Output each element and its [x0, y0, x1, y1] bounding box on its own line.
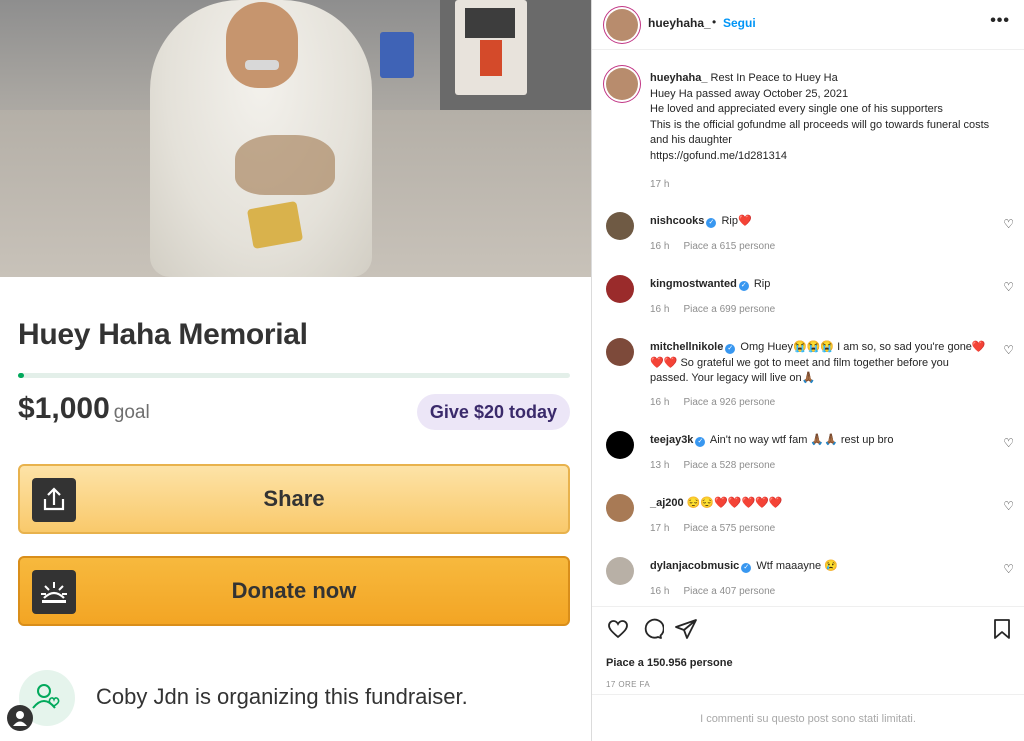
comment-text: mitchellnikole ✓ Omg Huey😭😭😭 I am so, so … [650, 340, 986, 387]
like-comment-icon[interactable]: ♡ [1003, 436, 1014, 450]
donate-button[interactable]: Donate now [18, 556, 570, 626]
verified-badge-icon: ✓ [695, 437, 706, 447]
commenter-username[interactable]: teejay3k [650, 434, 693, 446]
commenter-avatar[interactable] [606, 494, 634, 522]
like-comment-icon[interactable]: ♡ [1003, 280, 1014, 294]
comment-text: teejay3k ✓ Ain't no way wtf fam 🙏🏾🙏🏾 rest… [650, 433, 986, 449]
comment-body: Wtf maaayne 😢 [756, 560, 838, 572]
progress-fill [18, 373, 24, 378]
follow-button[interactable]: Segui [723, 16, 756, 30]
organizer-text: Coby Jdn is organizing this fundraiser. [96, 684, 468, 709]
comment-time: 16 h [650, 397, 670, 408]
comment-text: dylanjacobmusic ✓ Wtf maaayne 😢 [650, 559, 986, 575]
post-header: hueyhaha_ • Segui ••• [592, 0, 1024, 50]
like-comment-icon[interactable]: ♡ [1003, 499, 1014, 513]
comment-likes[interactable]: Piace a 575 persone [683, 523, 775, 534]
verified-badge-icon: ✓ [741, 563, 752, 573]
comment-likes[interactable]: Piace a 528 persone [683, 460, 775, 471]
comment-time: 13 h [650, 460, 670, 471]
comment-item: dylanjacobmusic ✓ Wtf maaayne 😢 16 h Piace… [592, 557, 1024, 605]
comment-item: _aj200 😔😔❤️❤️❤️❤️❤️ 17 h Piace a 575 pers… [592, 494, 1024, 556]
commenter-avatar[interactable] [606, 338, 634, 366]
share-label: Share [263, 486, 325, 511]
goal-label: goal [113, 402, 150, 423]
caption-line-3: He loved and appreciated every single on… [650, 103, 943, 116]
like-comment-icon[interactable]: ♡ [1003, 343, 1014, 357]
post-date: 17 ORE FA [606, 680, 651, 689]
commenter-avatar[interactable] [606, 275, 634, 303]
comment-time: 16 h [650, 304, 670, 315]
comment-likes[interactable]: Piace a 407 persone [683, 586, 775, 597]
comment-likes[interactable]: Piace a 699 persone [683, 304, 775, 315]
comment-body: Ain't no way wtf fam 🙏🏾🙏🏾 rest up bro [709, 434, 894, 446]
donate-label: Donate now [231, 578, 357, 603]
verified-badge-icon: ✓ [706, 218, 717, 228]
caption-line-1: Rest In Peace to Huey Ha [710, 72, 838, 84]
user-icon [7, 705, 33, 731]
heart-icon[interactable] [606, 617, 630, 641]
comment-text: kingmostwanted ✓ Rip [650, 277, 986, 293]
comment-meta: 16 h Piace a 615 persone [650, 241, 789, 252]
verified-badge-icon: ✓ [738, 281, 749, 291]
comment-meta: 16 h Piace a 926 persone [650, 397, 789, 408]
post-caption: hueyhaha_ Rest In Peace to Huey Ha Huey … [650, 71, 1006, 165]
comment-icon[interactable] [640, 617, 665, 641]
comment-body: 😔😔❤️❤️❤️❤️❤️ [686, 497, 783, 509]
commenter-avatar[interactable] [606, 431, 634, 459]
comment-meta: 17 h Piace a 575 persone [650, 523, 789, 534]
caption-line-4: This is the official gofundme all procee… [650, 118, 990, 147]
comment-likes[interactable]: Piace a 926 persone [683, 397, 775, 408]
comments-limited-notice: I commenti su questo post sono stati lim… [592, 694, 1024, 741]
comment-time: 16 h [650, 586, 670, 597]
comment-text: _aj200 😔😔❤️❤️❤️❤️❤️ [650, 496, 986, 512]
comment-meta: 16 h Piace a 699 persone [650, 304, 789, 315]
commenter-username[interactable]: kingmostwanted [650, 278, 737, 290]
comment-time: 16 h [650, 241, 670, 252]
comment-item: teejay3k ✓ Ain't no way wtf fam 🙏🏾🙏🏾 rest… [592, 431, 1024, 493]
commenter-username[interactable]: mitchellnikole [650, 341, 723, 353]
post-actions: Piace a 150.956 persone 17 ORE FA I comm… [592, 606, 1024, 741]
fundraiser-title: Huey Haha Memorial [18, 318, 308, 351]
comment-meta: 13 h Piace a 528 persone [650, 460, 789, 471]
separator-dot: • [712, 15, 717, 29]
caption-link[interactable]: https://gofund.me/1d281314 [650, 150, 787, 162]
like-comment-icon[interactable]: ♡ [1003, 217, 1014, 231]
author-username[interactable]: hueyhaha_ [648, 16, 711, 30]
share-button[interactable]: Share [18, 464, 570, 534]
caption-avatar[interactable] [606, 68, 638, 100]
post-side-panel: hueyhaha_ • Segui ••• hueyhaha_ Rest In … [592, 0, 1024, 741]
comment-time: 17 h [650, 523, 670, 534]
commenter-username[interactable]: dylanjacobmusic [650, 560, 739, 572]
comment-item: kingmostwanted ✓ Rip 16 h Piace a 699 pers… [592, 275, 1024, 337]
commenter-avatar[interactable] [606, 557, 634, 585]
likes-count[interactable]: Piace a 150.956 persone [606, 657, 733, 669]
commenter-username[interactable]: _aj200 [650, 497, 684, 509]
fundraiser-photo [0, 0, 591, 277]
comment-item: nishcooks ✓ Rip❤️ 16 h Piace a 615 persone… [592, 212, 1024, 274]
verified-badge-icon: ✓ [725, 344, 736, 354]
author-avatar[interactable] [606, 9, 638, 41]
commenter-avatar[interactable] [606, 212, 634, 240]
caption-line-2: Huey Ha passed away October 25, 2021 [650, 87, 849, 100]
comment-item: mitchellnikole ✓ Omg Huey😭😭😭 I am so, so … [592, 338, 1024, 422]
post-image[interactable]: Huey Haha Memorial $1,000 goal Give $20 t… [0, 0, 592, 741]
comment-text: nishcooks ✓ Rip❤️ [650, 214, 986, 230]
comment-meta: 16 h Piace a 407 persone [650, 586, 789, 597]
comment-body: Rip❤️ [721, 215, 752, 227]
caption-username[interactable]: hueyhaha_ [650, 72, 707, 84]
give-pill[interactable]: Give $20 today [416, 394, 570, 430]
amount-row: $1,000 goal Give $20 today [18, 392, 570, 432]
like-comment-icon[interactable]: ♡ [1003, 562, 1014, 576]
more-options-icon[interactable]: ••• [990, 12, 1010, 30]
comment-body: Rip [753, 278, 771, 290]
raised-amount: $1,000 [18, 392, 110, 425]
commenter-username[interactable]: nishcooks [650, 215, 704, 227]
comment-likes[interactable]: Piace a 615 persone [683, 241, 775, 252]
paper-plane-icon[interactable] [674, 617, 698, 641]
progress-bar [18, 373, 570, 378]
bookmark-icon[interactable] [990, 617, 1014, 641]
caption-time: 17 h [650, 179, 670, 190]
